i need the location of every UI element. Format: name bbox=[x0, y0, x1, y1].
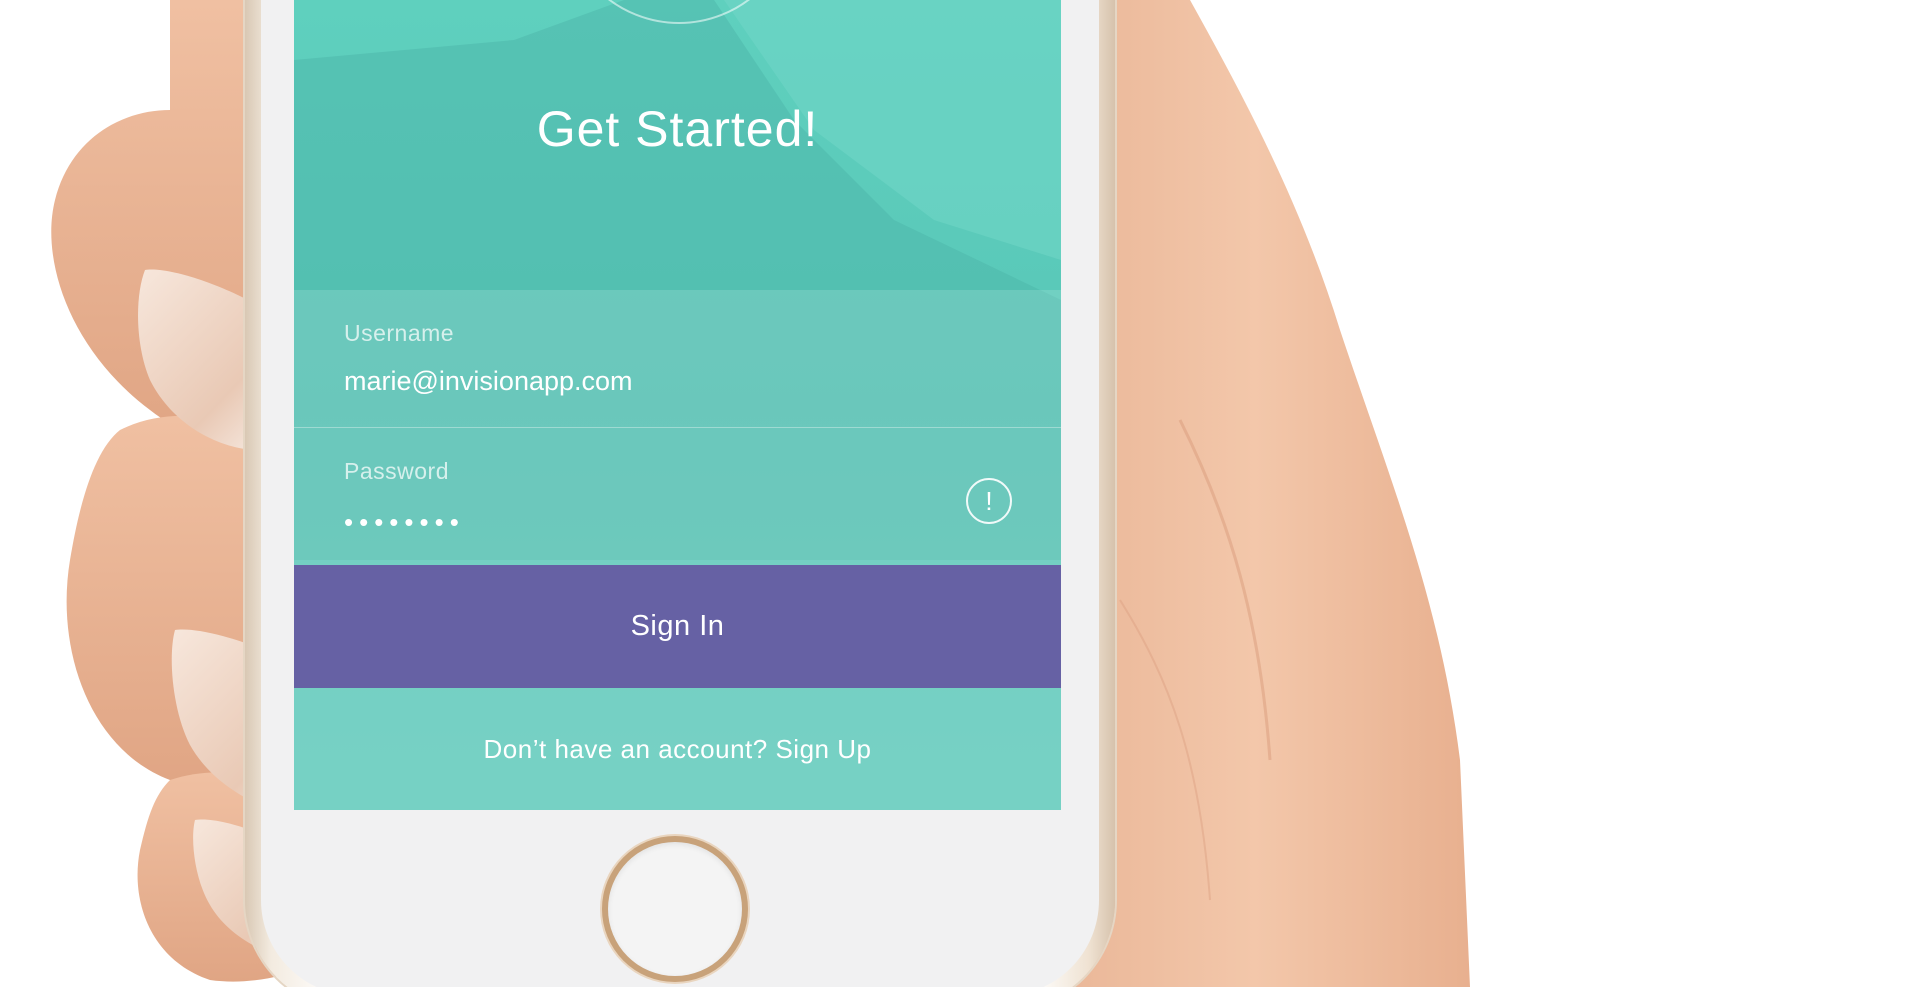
sign-up-link[interactable]: Don’t have an account? Sign Up bbox=[294, 688, 1061, 810]
home-button[interactable] bbox=[608, 842, 742, 976]
password-label: Password bbox=[344, 458, 449, 484]
screen-header: Get Started! bbox=[294, 0, 1061, 290]
password-input[interactable]: •••••••• bbox=[344, 509, 465, 535]
sign-in-button[interactable]: Sign In bbox=[294, 565, 1061, 688]
page-title: Get Started! bbox=[536, 101, 819, 157]
username-input[interactable] bbox=[342, 360, 966, 402]
device-mockup: Get Started! Username Password •••••••• … bbox=[0, 0, 1921, 987]
app-screen: Get Started! Username Password •••••••• … bbox=[294, 0, 1061, 810]
exclamation-circle-icon[interactable]: ! bbox=[966, 478, 1012, 524]
username-field[interactable]: Username bbox=[294, 290, 1061, 428]
logo-circle-icon bbox=[562, 0, 796, 24]
username-label: Username bbox=[344, 320, 455, 346]
password-field[interactable]: Password •••••••• ! bbox=[294, 428, 1061, 565]
